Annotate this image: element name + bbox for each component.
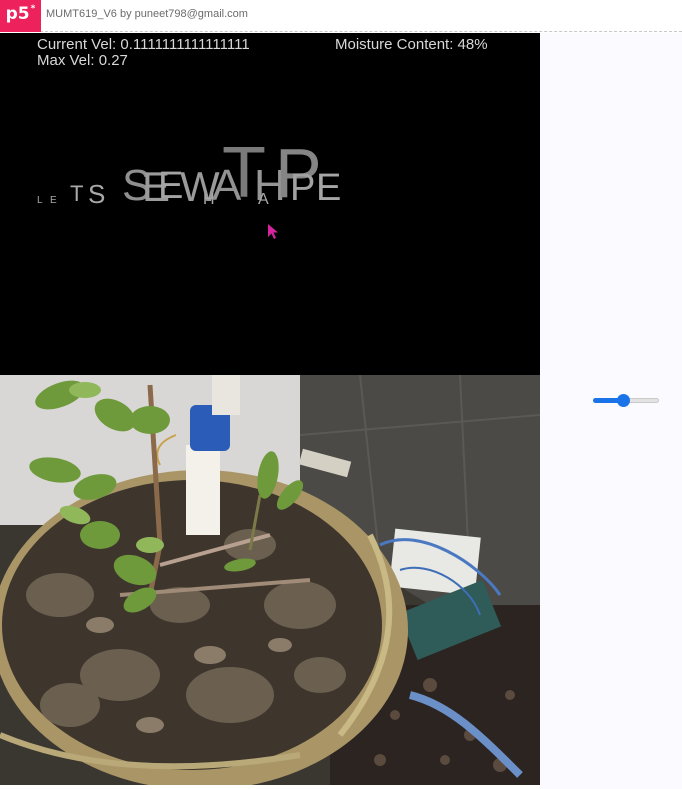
slider-thumb[interactable]	[616, 394, 630, 407]
sketch-title: MUMT619_V6 by puneet798@gmail.com	[46, 8, 248, 20]
sketch-canvas[interactable]: Current Vel: 0.1111111111111111 Max Vel:…	[0, 33, 540, 375]
plant-camera-image	[0, 375, 540, 785]
kinetic-letter: S	[88, 179, 106, 209]
p5-logo[interactable]: p5 *	[0, 0, 41, 32]
kinetic-letter: E	[50, 195, 57, 206]
kinetic-letter: P	[290, 167, 316, 209]
kinetic-letter: T	[70, 181, 84, 206]
logo-text: p5	[5, 4, 30, 24]
logo-mark: *	[30, 4, 36, 14]
mouse-cursor-icon	[268, 224, 278, 239]
kinetic-letter: E	[316, 167, 342, 209]
kinetic-letter: L	[37, 195, 43, 206]
kinetic-text: L E T S S E E W H A T H A P P E	[0, 33, 540, 375]
side-panel	[540, 33, 682, 789]
webcam-feed	[0, 375, 540, 785]
kinetic-letter: A	[258, 191, 269, 208]
moisture-slider[interactable]	[593, 392, 659, 408]
editor-header: p5 * MUMT619_V6 by puneet798@gmail.com	[0, 0, 682, 32]
